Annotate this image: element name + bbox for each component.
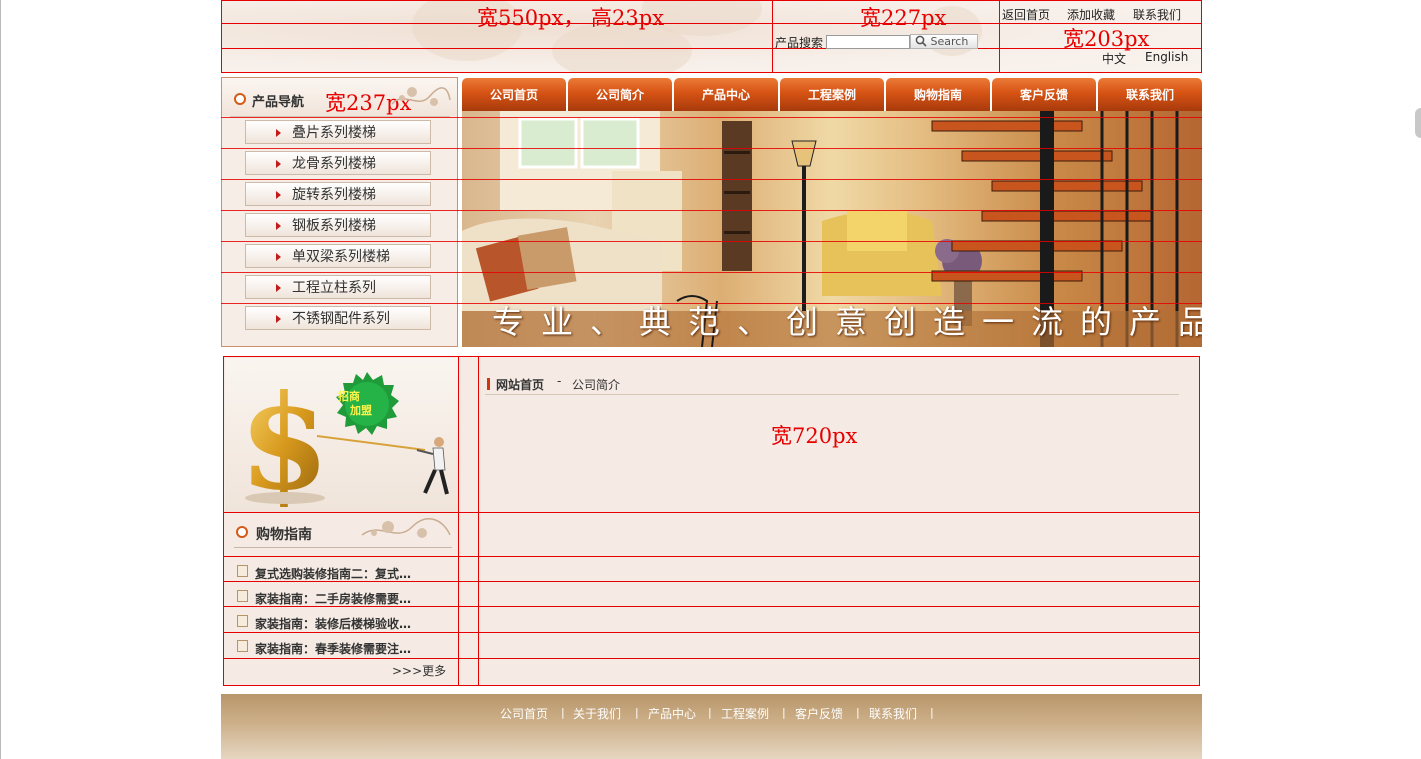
breadcrumb-separator: - — [557, 374, 562, 388]
guide-article-link[interactable]: 家装指南：春季装修需要注… — [255, 640, 411, 657]
menu-item-shopping-guide[interactable]: 购物指南 — [886, 78, 990, 111]
triangle-right-icon — [276, 129, 281, 137]
triangle-right-icon — [276, 191, 281, 199]
triangle-right-icon — [276, 315, 281, 323]
nav-item-label: 不锈钢配件系列 — [292, 311, 390, 327]
guide-article-link[interactable]: 复式选购装修指南二：复式… — [255, 565, 411, 582]
nav-item-laminated-stairs[interactable]: 叠片系列楼梯 — [245, 120, 431, 144]
footer-separator: | — [561, 706, 565, 719]
search-button-label: Search — [930, 35, 969, 48]
main-menu: 公司首页 公司简介 产品中心 工程案例 购物指南 客户反馈 联系我们 — [462, 78, 1202, 111]
triangle-right-icon — [276, 160, 281, 168]
width-annotation: 宽227px — [860, 6, 947, 30]
breadcrumb-home[interactable]: 网站首页 — [496, 376, 544, 393]
guide-article-link[interactable]: 家装指南：装修后楼梯验收… — [255, 615, 411, 632]
guide-article-link[interactable]: 家装指南：二手房装修需要… — [255, 590, 411, 607]
badge-line: 招商 — [338, 390, 360, 403]
guide-line — [222, 48, 1201, 49]
header: 宽550px， 高23px 宽227px 宽203px 产品搜索 Search … — [221, 0, 1202, 73]
breadcrumb-current: 公司简介 — [572, 378, 621, 392]
footer-separator: | — [708, 706, 712, 719]
menu-item-feedback[interactable]: 客户反馈 — [992, 78, 1096, 111]
floral-ornament-icon — [391, 87, 451, 106]
width-annotation: 宽550px， 高23px — [477, 6, 665, 30]
menu-item-contact[interactable]: 联系我们 — [1098, 78, 1202, 111]
footer-separator: | — [782, 706, 786, 719]
badge-line: 加盟 — [350, 404, 372, 417]
nav-item-label: 工程立柱系列 — [292, 280, 376, 296]
footer-link-products[interactable]: 产品中心 — [648, 705, 696, 722]
footer-link-home[interactable]: 公司首页 — [500, 705, 548, 722]
triangle-right-icon — [276, 284, 281, 292]
nav-item-columns[interactable]: 工程立柱系列 — [245, 275, 431, 299]
footer: 公司首页 | 关于我们 | 产品中心 | 工程案例 | 客户反馈 | 联系我们 … — [221, 694, 1202, 759]
document-icon — [237, 615, 248, 627]
more-link[interactable]: >>>更多 — [392, 662, 446, 679]
svg-text:$: $ — [239, 366, 329, 513]
triangle-right-icon — [276, 222, 281, 230]
footer-separator: | — [635, 706, 639, 719]
banner-image: 专业、典范、创意创造一流的产品 — [462, 111, 1202, 347]
floral-ornament-icon — [361, 518, 451, 538]
footer-link-about[interactable]: 关于我们 — [573, 705, 621, 722]
guide-line — [222, 23, 1201, 24]
footer-separator: | — [930, 706, 934, 719]
footer-link-feedback[interactable]: 客户反馈 — [795, 705, 843, 722]
search-input[interactable] — [826, 35, 910, 49]
link-add-favorite[interactable]: 添加收藏 — [1067, 6, 1115, 23]
menu-item-home[interactable]: 公司首页 — [462, 78, 566, 111]
menu-item-cases[interactable]: 工程案例 — [780, 78, 884, 111]
page: 宽550px， 高23px 宽227px 宽203px 产品搜索 Search … — [221, 0, 1202, 759]
search-button[interactable]: Search — [910, 34, 978, 49]
nav-item-label: 单双梁系列楼梯 — [292, 249, 390, 265]
nav-item-label: 旋转系列楼梯 — [292, 187, 376, 203]
scroll-tab[interactable] — [1415, 108, 1421, 138]
shopping-guide-title: 购物指南 — [256, 527, 312, 543]
search-icon — [915, 35, 927, 47]
product-nav-header: 产品导航 宽237px — [222, 78, 457, 116]
width-annotation: 宽203px — [1063, 27, 1150, 51]
menu-item-about[interactable]: 公司简介 — [568, 78, 672, 111]
franchise-badge-text: 招商 加盟 — [338, 390, 372, 418]
window-edge — [0, 0, 1, 759]
guide-line — [772, 1, 773, 72]
product-nav-title: 产品导航 — [252, 95, 305, 110]
lang-chinese[interactable]: 中文 — [1102, 50, 1126, 67]
triangle-right-icon — [276, 253, 281, 261]
nav-item-stainless-parts[interactable]: 不锈钢配件系列 — [245, 306, 431, 330]
main-content: $ 招商 加盟 购物指南 复式选购装修指南二：复式… 家装指南：二手房装修需要…… — [223, 356, 1200, 686]
document-icon — [237, 590, 248, 602]
nav-item-keel-stairs[interactable]: 龙骨系列楼梯 — [245, 151, 431, 175]
document-icon — [237, 565, 248, 577]
nav-item-label: 龙骨系列楼梯 — [292, 156, 376, 172]
nav-item-label: 钢板系列楼梯 — [292, 218, 376, 234]
footer-separator: | — [856, 706, 860, 719]
nav-item-steel-plate-stairs[interactable]: 钢板系列楼梯 — [245, 213, 431, 237]
lang-english[interactable]: English — [1145, 50, 1188, 64]
guide-line — [999, 1, 1000, 72]
link-contact[interactable]: 联系我们 — [1133, 6, 1181, 23]
circle-bullet-icon — [234, 93, 246, 105]
circle-bullet-icon — [236, 526, 248, 538]
nav-item-beam-stairs[interactable]: 单双梁系列楼梯 — [245, 244, 431, 268]
franchise-promo[interactable]: $ 招商 加盟 — [225, 358, 459, 513]
footer-link-contact[interactable]: 联系我们 — [869, 705, 917, 722]
menu-item-products[interactable]: 产品中心 — [674, 78, 778, 111]
link-home[interactable]: 返回首页 — [1002, 6, 1050, 23]
nav-item-label: 叠片系列楼梯 — [292, 125, 376, 141]
search-label: 产品搜索 — [775, 36, 824, 50]
nav-item-spiral-stairs[interactable]: 旋转系列楼梯 — [245, 182, 431, 206]
document-icon — [237, 640, 248, 652]
footer-link-cases[interactable]: 工程案例 — [721, 705, 769, 722]
breadcrumb-marker — [487, 378, 490, 390]
width-annotation: 宽720px — [771, 424, 858, 448]
